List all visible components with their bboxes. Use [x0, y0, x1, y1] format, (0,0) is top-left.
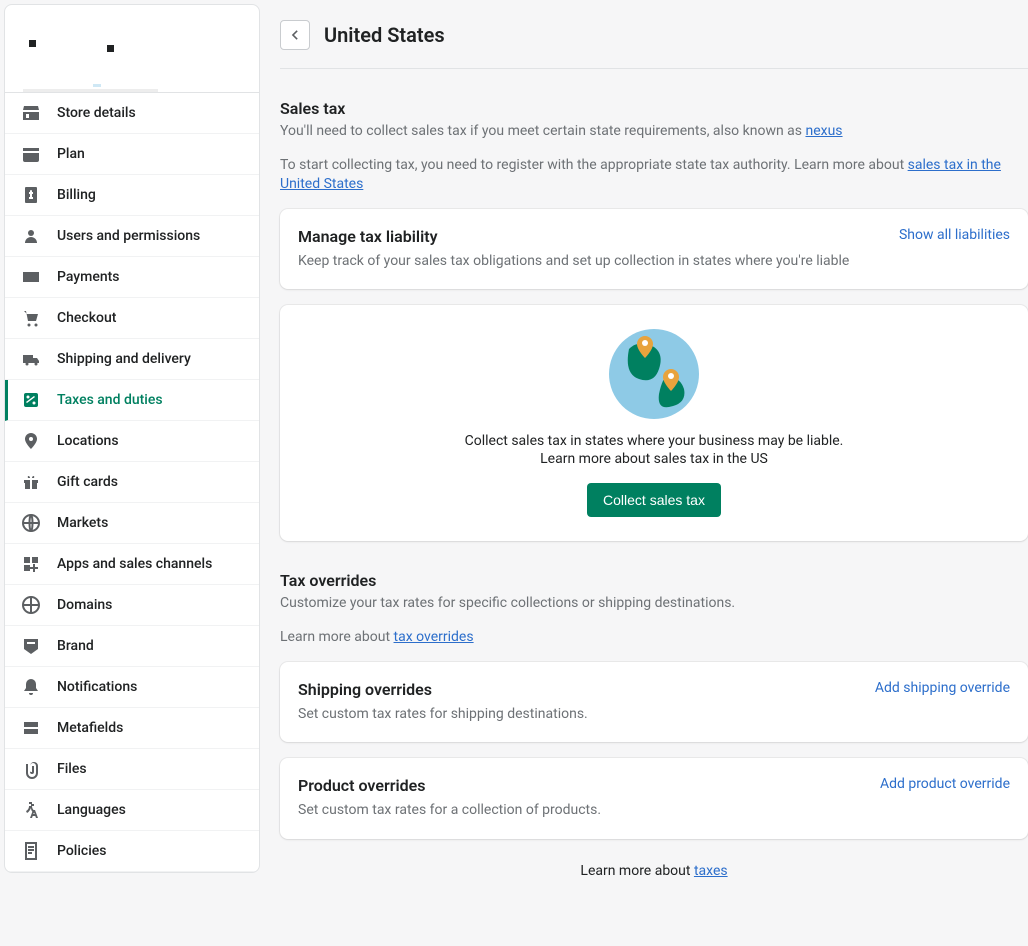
sidebar-item-label: Apps and sales channels [57, 556, 212, 572]
sidebar-item-plan[interactable]: Plan [5, 134, 259, 175]
sidebar-item-files[interactable]: Files [5, 749, 259, 790]
sidebar-item-billing[interactable]: Billing [5, 175, 259, 216]
sidebar-item-store-details[interactable]: Store details [5, 93, 259, 134]
tax-overrides-section: Tax overrides Customize your tax rates f… [280, 571, 1028, 878]
product-overrides-desc: Set custom tax rates for a collection of… [298, 801, 1010, 821]
sidebar-item-metafields[interactable]: Metafields [5, 708, 259, 749]
footer-learn-more: Learn more about taxes [280, 863, 1028, 879]
overrides-desc: Customize your tax rates for specific co… [280, 594, 1028, 614]
sales-tax-section: Sales tax You'll need to collect sales t… [280, 99, 1028, 541]
sales-tax-us-link-2[interactable]: sales tax in the US [654, 451, 768, 467]
shipping-overrides-title: Shipping overrides [298, 680, 432, 699]
liability-desc: Keep track of your sales tax obligations… [298, 252, 1010, 272]
settings-nav: Store details Plan Billing Users and per… [5, 93, 259, 872]
apps-icon [21, 554, 41, 574]
sidebar-item-policies[interactable]: Policies [5, 831, 259, 872]
brand-icon [21, 636, 41, 656]
metafields-icon [21, 718, 41, 738]
checkout-icon [21, 308, 41, 328]
hero-line2: Learn more about sales tax in the US [298, 451, 1010, 467]
policies-icon [21, 841, 41, 861]
domains-icon [21, 595, 41, 615]
sidebar-item-brand[interactable]: Brand [5, 626, 259, 667]
add-product-override-link[interactable]: Add product override [880, 776, 1010, 792]
markets-icon [21, 513, 41, 533]
arrow-left-icon [287, 27, 303, 43]
sidebar-item-label: Shipping and delivery [57, 351, 191, 367]
sidebar-item-label: Locations [57, 433, 119, 449]
billing-icon [21, 185, 41, 205]
sidebar-item-label: Taxes and duties [57, 392, 163, 408]
show-all-liabilities-link[interactable]: Show all liabilities [899, 227, 1010, 243]
overrides-heading: Tax overrides [280, 571, 1028, 590]
sidebar-item-label: Notifications [57, 679, 137, 695]
tax-overrides-link[interactable]: tax overrides [394, 629, 474, 645]
users-icon [21, 226, 41, 246]
sidebar-item-label: Metafields [57, 720, 123, 736]
page-title: United States [324, 23, 445, 47]
collect-sales-tax-button[interactable]: Collect sales tax [587, 483, 721, 517]
sidebar-item-label: Policies [57, 843, 107, 859]
sidebar-item-label: Payments [57, 269, 120, 285]
collect-sales-tax-card: Collect sales tax in states where your b… [280, 305, 1028, 541]
shipping-icon [21, 349, 41, 369]
sidebar-item-label: Billing [57, 187, 96, 203]
sidebar-item-gift-cards[interactable]: Gift cards [5, 462, 259, 503]
page-header: United States [280, 0, 1028, 69]
plan-icon [21, 144, 41, 164]
globe-illustration [298, 329, 1010, 419]
add-shipping-override-link[interactable]: Add shipping override [875, 680, 1010, 696]
locations-icon [21, 431, 41, 451]
hero-line1: Collect sales tax in states where your b… [298, 433, 1010, 449]
settings-sidebar: Store details Plan Billing Users and per… [4, 4, 260, 873]
gift-icon [21, 472, 41, 492]
sidebar-item-label: Users and permissions [57, 228, 200, 244]
sidebar-item-label: Gift cards [57, 474, 118, 490]
sidebar-item-domains[interactable]: Domains [5, 585, 259, 626]
sidebar-item-label: Domains [57, 597, 112, 613]
sales-tax-heading: Sales tax [280, 99, 1028, 118]
shipping-overrides-desc: Set custom tax rates for shipping destin… [298, 705, 1010, 725]
bell-icon [21, 677, 41, 697]
sidebar-item-label: Brand [57, 638, 94, 654]
manage-tax-liability-card: Manage tax liability Show all liabilitie… [280, 209, 1028, 290]
sidebar-item-label: Plan [57, 146, 85, 162]
sales-tax-helper: To start collecting tax, you need to reg… [280, 156, 1028, 195]
nexus-link[interactable]: nexus [805, 123, 842, 139]
sidebar-item-shipping[interactable]: Shipping and delivery [5, 339, 259, 380]
sidebar-item-payments[interactable]: Payments [5, 257, 259, 298]
sidebar-item-locations[interactable]: Locations [5, 421, 259, 462]
languages-icon [21, 800, 41, 820]
product-overrides-card: Product overrides Add product override S… [280, 758, 1028, 839]
sidebar-item-languages[interactable]: Languages [5, 790, 259, 831]
main-content: United States Sales tax You'll need to c… [260, 0, 1028, 946]
files-icon [21, 759, 41, 779]
product-overrides-title: Product overrides [298, 776, 425, 795]
back-button[interactable] [280, 20, 310, 50]
sidebar-item-label: Files [57, 761, 87, 777]
sidebar-item-label: Store details [57, 105, 136, 121]
shipping-overrides-card: Shipping overrides Add shipping override… [280, 662, 1028, 743]
sidebar-item-users[interactable]: Users and permissions [5, 216, 259, 257]
sidebar-item-label: Languages [57, 802, 126, 818]
sidebar-item-label: Markets [57, 515, 108, 531]
sidebar-item-taxes[interactable]: Taxes and duties [5, 380, 259, 421]
liability-title: Manage tax liability [298, 227, 438, 246]
sidebar-item-label: Checkout [57, 310, 116, 326]
sidebar-item-apps[interactable]: Apps and sales channels [5, 544, 259, 585]
sales-tax-desc: You'll need to collect sales tax if you … [280, 122, 1028, 142]
sidebar-item-notifications[interactable]: Notifications [5, 667, 259, 708]
taxes-link[interactable]: taxes [694, 863, 728, 879]
overrides-helper: Learn more about tax overrides [280, 628, 1028, 648]
sidebar-item-checkout[interactable]: Checkout [5, 298, 259, 339]
payments-icon [21, 267, 41, 287]
sidebar-scroll-header [5, 5, 259, 93]
store-icon [21, 103, 41, 123]
sidebar-item-markets[interactable]: Markets [5, 503, 259, 544]
taxes-icon [21, 390, 41, 410]
